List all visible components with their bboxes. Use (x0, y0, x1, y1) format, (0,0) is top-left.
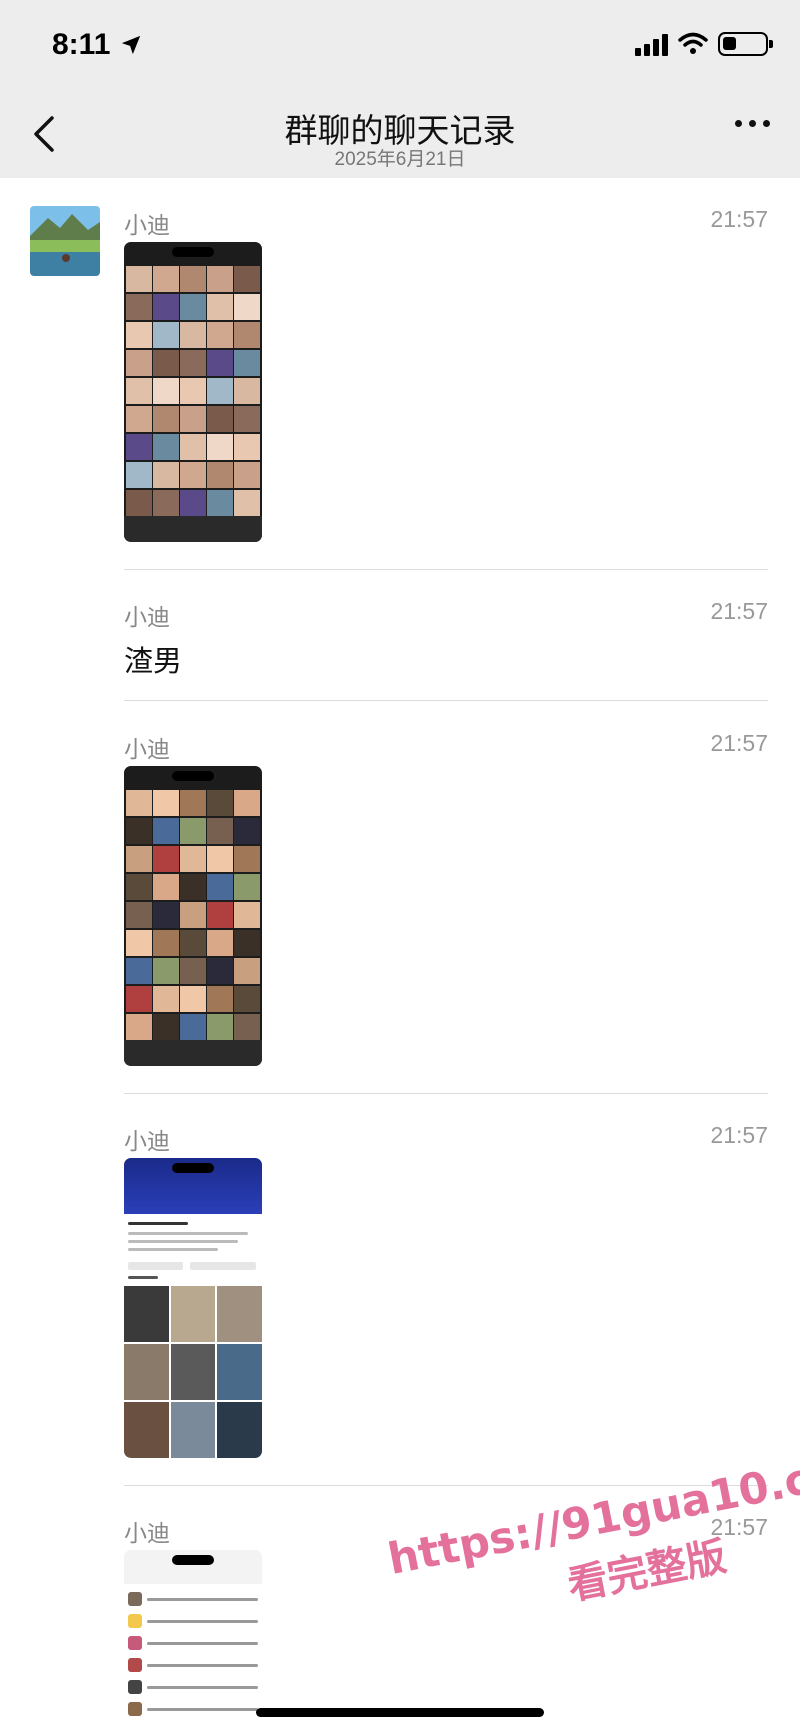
wifi-icon (678, 32, 708, 54)
image-thumbnail[interactable] (124, 1158, 262, 1458)
image-thumbnail[interactable] (124, 1550, 262, 1732)
message-time: 21:57 (710, 1122, 768, 1148)
avatar[interactable] (30, 206, 100, 276)
sender-name: 小迪 (124, 736, 170, 762)
message-time: 21:57 (710, 730, 768, 756)
watermark: https://91gua10.com 看完整版 (384, 1440, 800, 1644)
status-icons (635, 32, 773, 56)
home-indicator (256, 1708, 544, 1717)
message-time: 21:57 (710, 206, 768, 232)
image-thumbnail[interactable] (124, 242, 262, 542)
message-time: 21:57 (710, 598, 768, 624)
more-dots-icon[interactable] (735, 120, 770, 127)
sender-name: 小迪 (124, 1128, 170, 1154)
status-time: 8:11 (52, 28, 111, 61)
sender-name: 小迪 (124, 604, 170, 630)
sender-name: 小迪 (124, 1520, 170, 1546)
location-arrow-icon (121, 35, 141, 55)
battery-icon (718, 32, 773, 56)
top-bar: 8:11 群聊的聊天记录 2025年6月21日 (0, 0, 800, 178)
page-subtitle: 2025年6月21日 (334, 149, 466, 170)
signal-icon (635, 32, 668, 56)
message-text: 渣男 (124, 646, 183, 678)
image-thumbnail[interactable] (124, 766, 262, 1066)
divider (124, 569, 768, 570)
sender-name: 小迪 (124, 212, 170, 238)
divider (124, 700, 768, 701)
divider (124, 1093, 768, 1094)
